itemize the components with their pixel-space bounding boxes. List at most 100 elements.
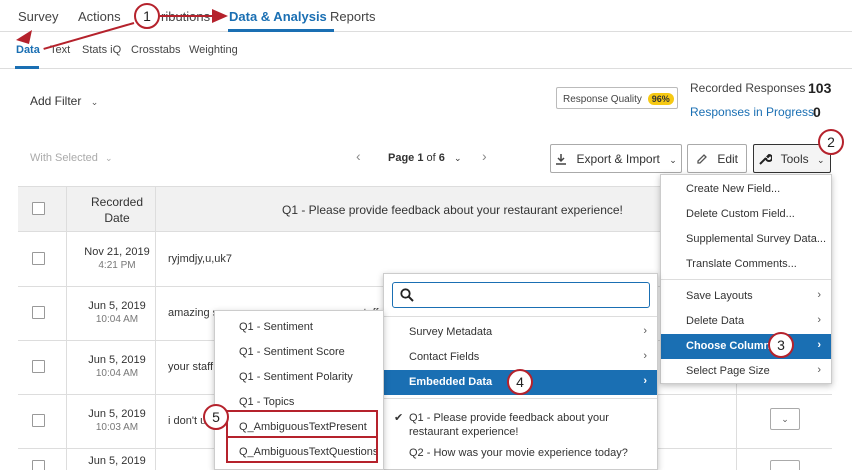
column-search-input[interactable] bbox=[392, 282, 650, 308]
row-actions-button[interactable]: ⌄ bbox=[770, 408, 800, 430]
with-selected-label: With Selected bbox=[30, 152, 98, 164]
row-time: 10:04 AM bbox=[95, 314, 139, 325]
row-actions-button[interactable] bbox=[770, 460, 800, 470]
row-date: Jun 5, 2019 bbox=[88, 455, 146, 467]
menu-item-delete-custom-field[interactable]: Delete Custom Field... bbox=[661, 202, 831, 227]
row-checkbox[interactable] bbox=[32, 252, 45, 265]
tools-label: Tools bbox=[780, 152, 809, 166]
menu-separator bbox=[384, 316, 657, 317]
response-quality-label: Response Quality bbox=[563, 94, 642, 105]
row-date: Jun 5, 2019 bbox=[88, 408, 146, 420]
row-checkbox[interactable] bbox=[32, 460, 45, 470]
edit-button[interactable]: Edit bbox=[687, 144, 747, 173]
chevron-right-icon: › bbox=[817, 339, 821, 351]
export-import-button[interactable]: Export & Import ⌄ bbox=[550, 144, 682, 173]
tab-actions[interactable]: Actions bbox=[78, 9, 121, 24]
subtab-crosstabs[interactable]: Crosstabs bbox=[131, 44, 181, 56]
row-q1-text: your staff bbox=[168, 361, 214, 373]
add-filter-label: Add Filter bbox=[30, 94, 82, 108]
menu-item-label: Survey Metadata bbox=[409, 326, 493, 338]
menu-item-delete-data[interactable]: Delete Data › bbox=[661, 309, 831, 334]
response-quality-button[interactable]: Response Quality 96% bbox=[556, 87, 678, 109]
chevron-right-icon: › bbox=[817, 364, 821, 376]
row-checkbox[interactable] bbox=[32, 360, 45, 373]
row-checkbox[interactable] bbox=[32, 414, 45, 427]
page-selector[interactable]: Page 1 of 6 ⌄ bbox=[388, 152, 462, 164]
responses-in-progress-link[interactable]: Responses in Progress bbox=[690, 105, 814, 119]
menu-item-select-page-size[interactable]: Select Page Size › bbox=[661, 359, 831, 384]
table-row-date: Jun 5, 2019 10:04 AM bbox=[74, 299, 160, 327]
chevron-right-icon: › bbox=[643, 325, 647, 337]
sub-navigation: Data Text Stats iQ Crosstabs Weighting bbox=[0, 32, 852, 69]
menu-item-save-layouts[interactable]: Save Layouts › bbox=[661, 284, 831, 309]
page-of: of bbox=[426, 152, 436, 164]
menu-item-label: Translate Comments... bbox=[686, 258, 797, 270]
tab-reports[interactable]: Reports bbox=[330, 9, 376, 24]
next-page-button[interactable]: › bbox=[482, 148, 487, 164]
row-time: 10:03 AM bbox=[95, 422, 139, 433]
menu-item-label: Delete Data bbox=[686, 315, 745, 327]
chevron-down-icon: ⌄ bbox=[816, 155, 825, 165]
checkmark-icon: ✔ bbox=[394, 412, 404, 424]
menu-separator bbox=[384, 398, 657, 399]
menu-item-label: Q1 - Sentiment bbox=[239, 321, 313, 333]
row-time: 4:21 PM bbox=[98, 260, 136, 271]
wrench-icon bbox=[759, 153, 774, 165]
highlight-divider bbox=[226, 436, 378, 438]
callout-2: 2 bbox=[818, 129, 844, 155]
menu-item-label: Choose Columns bbox=[686, 340, 777, 352]
subtab-weighting[interactable]: Weighting bbox=[189, 44, 238, 56]
menu-item-q1-sentiment-polarity[interactable]: Q1 - Sentiment Polarity bbox=[215, 365, 383, 390]
menu-item-q1-sentiment[interactable]: Q1 - Sentiment bbox=[215, 315, 383, 340]
menu-item-supplemental-survey-data[interactable]: Supplemental Survey Data... bbox=[661, 227, 831, 252]
download-icon bbox=[556, 154, 567, 165]
menu-item-survey-metadata[interactable]: Survey Metadata › bbox=[384, 320, 657, 345]
menu-item-label: Select Page Size bbox=[686, 365, 770, 377]
chevron-down-icon: ⌄ bbox=[453, 153, 462, 163]
recorded-responses-count: 103 bbox=[808, 80, 832, 96]
select-all-checkbox[interactable] bbox=[32, 202, 45, 215]
menu-item-contact-fields[interactable]: Contact Fields › bbox=[384, 345, 657, 370]
menu-item-choose-columns[interactable]: Choose Columns › bbox=[661, 334, 831, 359]
menu-item-label: Q1 - Sentiment Polarity bbox=[239, 371, 353, 383]
menu-item-create-new-field[interactable]: Create New Field... bbox=[661, 177, 831, 202]
row-q1-text: ryjmdjy,u,uk7 bbox=[168, 253, 232, 265]
menu-separator bbox=[661, 279, 831, 280]
chevron-down-icon: ⌄ bbox=[104, 153, 113, 163]
tools-menu: Create New Field... Delete Custom Field.… bbox=[660, 174, 832, 384]
header-recorded-date[interactable]: Recorded Date bbox=[80, 194, 154, 226]
table-row-date: Jun 5, 2019 bbox=[74, 454, 160, 468]
tab-data-analysis[interactable]: Data & Analysis bbox=[229, 9, 327, 24]
menu-item-label: Q2 - How was your movie experience today… bbox=[409, 447, 628, 459]
chevron-right-icon: › bbox=[817, 289, 821, 301]
menu-item-label: Q1 - Please provide feedback about your … bbox=[409, 412, 609, 438]
menu-item-label: Embedded Data bbox=[409, 376, 493, 388]
menu-item-q1-column[interactable]: ✔ Q1 - Please provide feedback about you… bbox=[384, 405, 657, 439]
menu-item-q2-column[interactable]: Q2 - How was your movie experience today… bbox=[384, 441, 657, 466]
row-date: Jun 5, 2019 bbox=[88, 300, 146, 312]
page-total: 6 bbox=[438, 152, 445, 164]
responses-in-progress-count: 0 bbox=[813, 104, 821, 120]
chevron-down-icon: ⌄ bbox=[90, 97, 99, 107]
export-import-label: Export & Import bbox=[576, 152, 660, 166]
with-selected-dropdown[interactable]: With Selected ⌄ bbox=[30, 152, 112, 164]
menu-item-translate-comments[interactable]: Translate Comments... bbox=[661, 252, 831, 277]
callout-arrow-line bbox=[160, 15, 216, 17]
page-prefix: Page bbox=[388, 152, 415, 164]
row-q1-text: amazing s bbox=[168, 307, 219, 319]
add-filter-button[interactable]: Add Filter ⌄ bbox=[30, 94, 98, 108]
column-divider bbox=[66, 186, 67, 470]
tab-survey[interactable]: Survey bbox=[18, 9, 58, 24]
menu-item-q1-sentiment-score[interactable]: Q1 - Sentiment Score bbox=[215, 340, 383, 365]
callout-1: 1 bbox=[134, 3, 160, 29]
menu-item-label: Supplemental Survey Data... bbox=[686, 233, 827, 245]
header-q1[interactable]: Q1 - Please provide feedback about your … bbox=[282, 203, 623, 217]
table-row-date: Nov 21, 2019 4:21 PM bbox=[74, 245, 160, 273]
chevron-right-icon: › bbox=[643, 350, 647, 362]
pencil-icon bbox=[697, 154, 707, 164]
prev-page-button[interactable]: ‹ bbox=[356, 148, 361, 164]
row-checkbox[interactable] bbox=[32, 306, 45, 319]
menu-item-label: Save Layouts bbox=[686, 290, 753, 302]
subtab-stats-iq[interactable]: Stats iQ bbox=[82, 44, 121, 56]
top-navigation: Survey Actions ributions Data & Analysis… bbox=[0, 0, 852, 32]
